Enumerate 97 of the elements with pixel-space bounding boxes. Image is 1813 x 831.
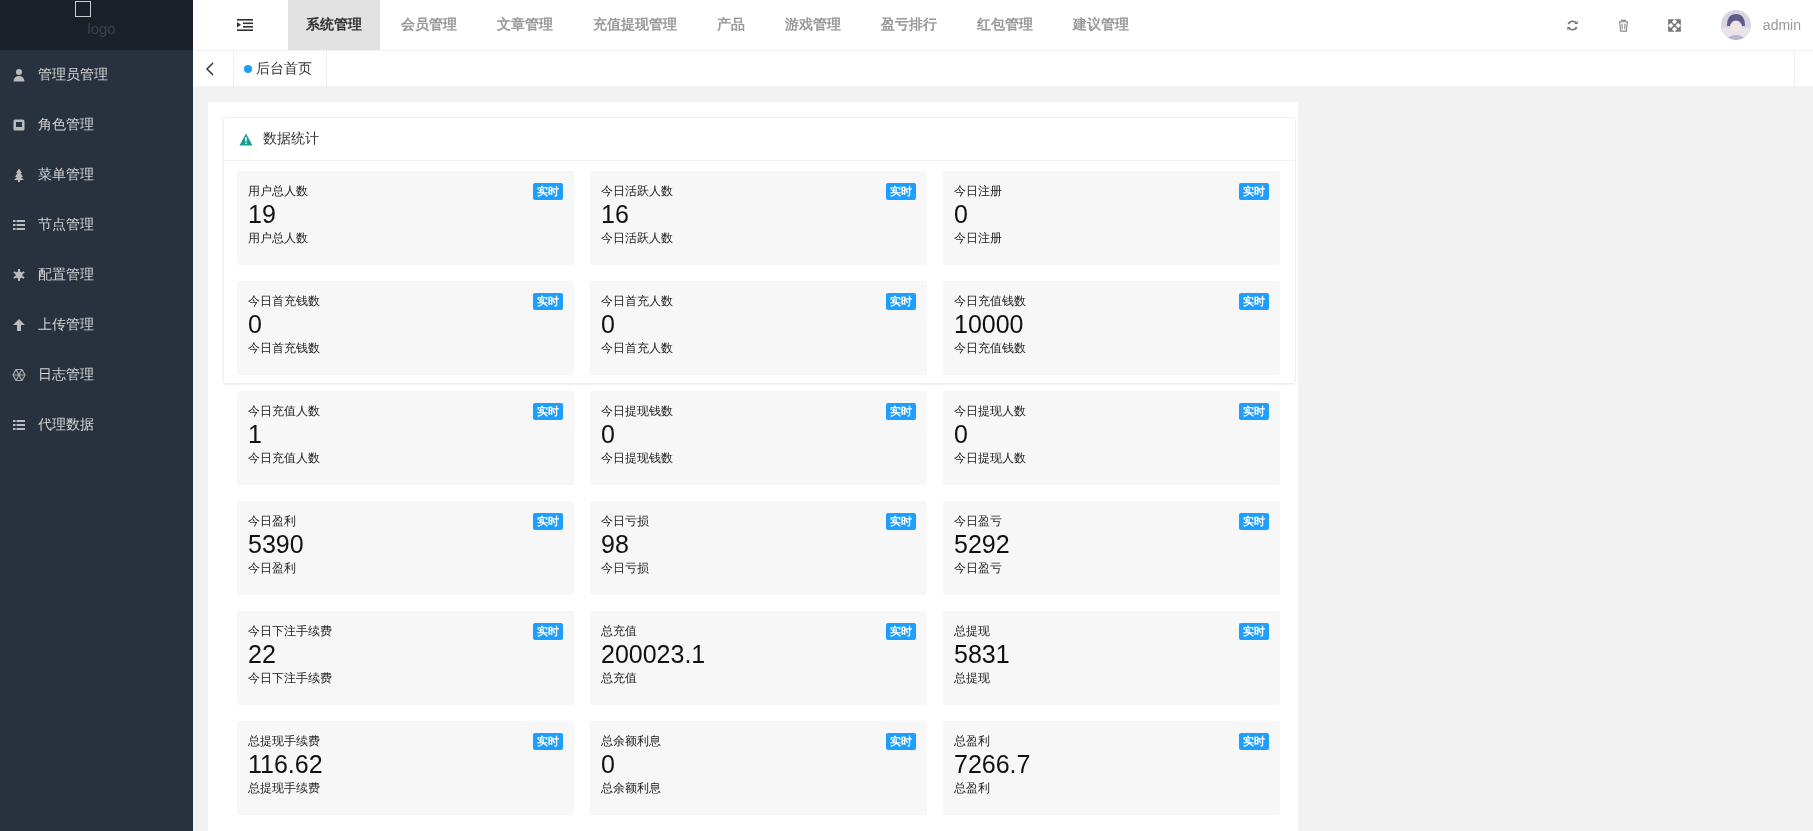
back-icon[interactable] <box>205 61 215 76</box>
realtime-badge: 实时 <box>886 293 916 310</box>
realtime-badge: 实时 <box>886 513 916 530</box>
stats-title: 数据统计 <box>263 130 319 148</box>
tree-icon <box>14 168 24 182</box>
stat-value: 10000 <box>954 310 1025 338</box>
realtime-badge: 实时 <box>1239 403 1269 420</box>
stat-value: 0 <box>601 310 616 338</box>
stat-caption: 总提现手续费 <box>248 780 321 797</box>
stat-caption: 总盈利 <box>954 780 991 797</box>
list-icon <box>13 220 25 230</box>
stat-caption: 今日注册 <box>954 230 1003 247</box>
stat-caption: 总提现 <box>954 670 991 687</box>
stat-value: 116.62 <box>248 750 324 778</box>
sidebar-item[interactable]: 角色管理 <box>0 100 193 150</box>
stat-value: 5390 <box>248 530 305 558</box>
sidebar-item[interactable]: 管理员管理 <box>0 50 193 100</box>
stat-caption: 今日盈亏 <box>954 560 1003 577</box>
warning-icon <box>239 132 253 146</box>
stat-caption: 今日盈利 <box>248 560 297 577</box>
stat-caption: 今日下注手续费 <box>248 670 333 687</box>
stat-label: 今日首充钱数 <box>248 293 320 310</box>
stat-label: 今日亏损 <box>601 513 649 530</box>
stat-value: 19 <box>248 200 277 228</box>
stat-value: 7266.7 <box>954 750 1032 778</box>
stat-caption: 今日充值人数 <box>248 450 321 467</box>
realtime-badge: 实时 <box>886 183 916 200</box>
stat-label: 今日盈亏 <box>954 513 1002 530</box>
stat-value: 16 <box>601 200 630 228</box>
stat-label: 今日活跃人数 <box>601 183 673 200</box>
stat-value: 0 <box>248 310 263 338</box>
stat-label: 今日提现钱数 <box>601 403 673 420</box>
realtime-badge: 实时 <box>1239 183 1269 200</box>
realtime-badge: 实时 <box>1239 513 1269 530</box>
stat-label: 总充值 <box>601 623 637 640</box>
realtime-badge: 实时 <box>1239 623 1269 640</box>
sidebar-item[interactable]: 节点管理 <box>0 200 193 250</box>
stat-label: 总余额利息 <box>601 733 661 750</box>
realtime-badge: 实时 <box>886 403 916 420</box>
stat-label: 总提现 <box>954 623 990 640</box>
nav-tab[interactable]: 系统管理 <box>288 0 380 50</box>
stat-value: 0 <box>601 420 616 448</box>
stat-label: 今日充值人数 <box>248 403 320 420</box>
asterisk-icon <box>13 269 25 281</box>
stat-value: 22 <box>248 640 277 668</box>
stat-caption: 今日提现人数 <box>954 450 1027 467</box>
realtime-badge: 实时 <box>533 513 563 530</box>
sidebar-item[interactable]: 菜单管理 <box>0 150 193 200</box>
stat-caption: 今日提现钱数 <box>601 450 674 467</box>
realtime-badge: 实时 <box>1239 293 1269 310</box>
stat-label: 今日下注手续费 <box>248 623 332 640</box>
realtime-badge: 实时 <box>533 183 563 200</box>
stat-caption: 今日首充人数 <box>601 340 674 357</box>
stat-label: 总盈利 <box>954 733 990 750</box>
badge-icon <box>13 119 25 131</box>
stat-label: 今日盈利 <box>248 513 296 530</box>
stat-value: 0 <box>954 200 969 228</box>
refresh-icon[interactable] <box>1565 18 1579 32</box>
sidebar-item[interactable]: 上传管理 <box>0 300 193 350</box>
stat-caption: 今日首充钱数 <box>248 340 321 357</box>
stat-caption: 今日活跃人数 <box>601 230 674 247</box>
sidebar-item[interactable]: 代理数据 <box>0 400 193 450</box>
user-icon <box>13 69 25 82</box>
stat-value: 0 <box>601 750 616 778</box>
stat-label: 今日充值钱数 <box>954 293 1026 310</box>
stat-value: 0 <box>954 420 969 448</box>
realtime-badge: 实时 <box>533 403 563 420</box>
stat-caption: 用户总人数 <box>248 230 309 247</box>
fullscreen-icon[interactable] <box>1667 18 1681 32</box>
realtime-badge: 实时 <box>533 733 563 750</box>
stat-caption: 总余额利息 <box>601 780 662 797</box>
hexagon-icon <box>12 368 26 382</box>
stat-value: 1 <box>248 420 263 448</box>
stat-label: 今日注册 <box>954 183 1002 200</box>
stat-value: 98 <box>601 530 630 558</box>
stat-caption: 总充值 <box>601 670 638 687</box>
stat-value: 5831 <box>954 640 1011 668</box>
stat-caption: 今日充值钱数 <box>954 340 1027 357</box>
list-icon <box>13 420 25 430</box>
stat-label: 总提现手续费 <box>248 733 320 750</box>
realtime-badge: 实时 <box>886 623 916 640</box>
stat-label: 今日提现人数 <box>954 403 1026 420</box>
stat-label: 用户总人数 <box>248 183 308 200</box>
stat-caption: 今日亏损 <box>601 560 650 577</box>
sidebar-item[interactable]: 配置管理 <box>0 250 193 300</box>
stat-value: 5292 <box>954 530 1011 558</box>
up-arrow-icon <box>13 319 25 331</box>
sidebar-item[interactable]: 日志管理 <box>0 350 193 400</box>
realtime-badge: 实时 <box>533 293 563 310</box>
trash-icon[interactable] <box>1616 18 1630 32</box>
realtime-badge: 实时 <box>1239 733 1269 750</box>
menu-icon[interactable] <box>237 18 253 32</box>
stat-label: 今日首充人数 <box>601 293 673 310</box>
realtime-badge: 实时 <box>533 623 563 640</box>
logo-icon <box>74 1 91 17</box>
stat-value: 200023.1 <box>601 640 707 668</box>
realtime-badge: 实时 <box>886 733 916 750</box>
